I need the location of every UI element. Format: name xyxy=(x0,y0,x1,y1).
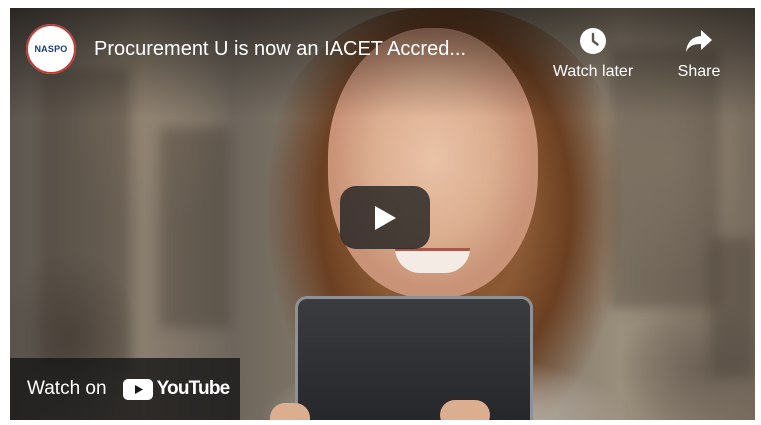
share-label: Share xyxy=(677,63,721,80)
watch-later-button[interactable]: Watch later xyxy=(543,24,643,81)
youtube-play-icon xyxy=(122,378,153,400)
hand-left xyxy=(270,403,310,420)
share-arrow-icon xyxy=(649,24,749,58)
channel-logo-text: NASPO xyxy=(34,44,68,54)
channel-logo[interactable]: NASPO xyxy=(26,24,76,74)
watch-on-youtube-button[interactable]: Watch on YouTube xyxy=(10,358,240,420)
hand-right xyxy=(440,400,490,420)
youtube-wordmark: YouTube xyxy=(156,378,231,399)
clock-icon xyxy=(543,24,643,58)
youtube-logo: YouTube xyxy=(122,378,231,400)
play-icon xyxy=(375,205,396,230)
video-player[interactable]: NASPO Procurement U is now an IACET Accr… xyxy=(10,8,755,420)
watch-on-label: Watch on xyxy=(27,378,107,399)
tablet-device xyxy=(295,296,533,420)
top-gradient xyxy=(10,8,755,118)
share-button[interactable]: Share xyxy=(649,24,749,81)
play-button[interactable] xyxy=(340,186,430,249)
video-title[interactable]: Procurement U is now an IACET Accred... xyxy=(94,38,544,61)
watch-later-label: Watch later xyxy=(552,63,634,80)
